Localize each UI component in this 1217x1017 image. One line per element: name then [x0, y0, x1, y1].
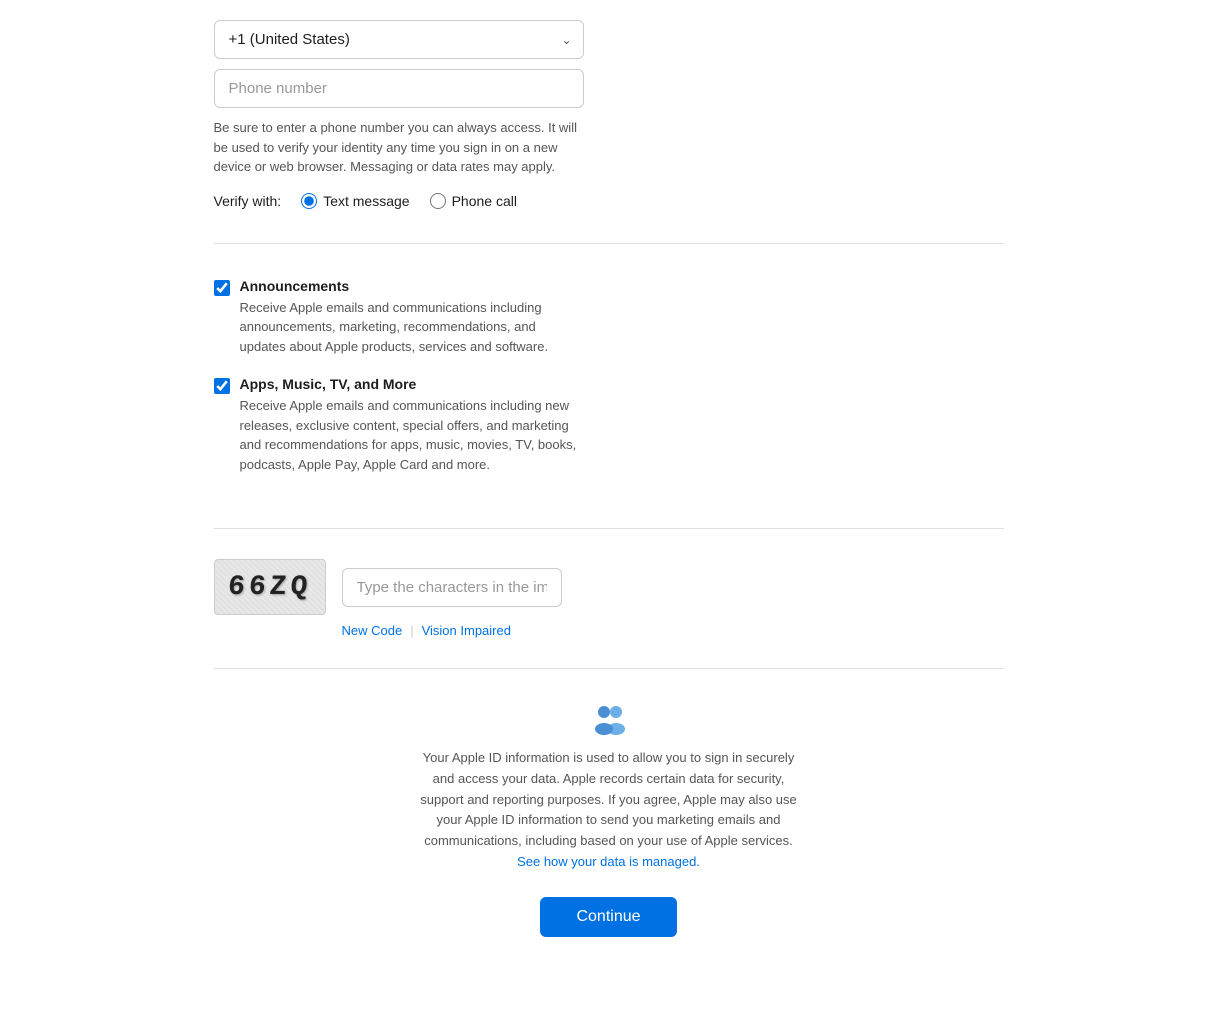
text-message-option[interactable]: Text message	[301, 193, 409, 209]
continue-button[interactable]: Continue	[540, 897, 676, 937]
announcements-content: Announcements Receive Apple emails and c…	[240, 278, 580, 357]
people-icon	[589, 703, 629, 735]
captcha-input[interactable]	[342, 568, 562, 607]
phone-call-radio[interactable]	[430, 193, 446, 209]
announcements-item: Announcements Receive Apple emails and c…	[214, 278, 1004, 357]
phone-hint: Be sure to enter a phone number you can …	[214, 118, 584, 177]
captcha-links: New Code | Vision Impaired	[342, 623, 511, 638]
new-code-link[interactable]: New Code	[342, 623, 403, 638]
radio-group: Text message Phone call	[301, 193, 517, 209]
captcha-image: 66ZQ	[214, 559, 326, 615]
continue-section: Continue	[214, 873, 1004, 937]
phone-section: +1 (United States) +44 (United Kingdom) …	[214, 20, 1004, 233]
verify-label: Verify with:	[214, 193, 282, 209]
main-content: +1 (United States) +44 (United Kingdom) …	[214, 0, 1004, 1017]
bottom-section: Your Apple ID information is used to all…	[214, 679, 1004, 873]
announcements-description: Receive Apple emails and communications …	[240, 298, 580, 357]
country-select[interactable]: +1 (United States) +44 (United Kingdom) …	[214, 20, 584, 59]
apps-music-item: Apps, Music, TV, and More Receive Apple …	[214, 376, 1004, 474]
phone-call-label: Phone call	[452, 193, 517, 209]
divider-3	[214, 668, 1004, 669]
apps-music-description: Receive Apple emails and communications …	[240, 396, 580, 474]
divider-1	[214, 243, 1004, 244]
divider-2	[214, 528, 1004, 529]
phone-input[interactable]	[214, 69, 584, 108]
captcha-text: 66ZQ	[227, 572, 313, 603]
apps-music-title: Apps, Music, TV, and More	[240, 376, 580, 392]
announcements-section: Announcements Receive Apple emails and c…	[214, 254, 1004, 519]
page-container: +1 (United States) +44 (United Kingdom) …	[0, 0, 1217, 1017]
announcements-title: Announcements	[240, 278, 580, 294]
verify-row: Verify with: Text message Phone call	[214, 193, 1004, 209]
captcha-section: 66ZQ New Code | Vision Impaired	[214, 539, 1004, 658]
text-message-label: Text message	[323, 193, 409, 209]
apps-music-checkbox[interactable]	[214, 378, 230, 394]
vision-impaired-link[interactable]: Vision Impaired	[422, 623, 511, 638]
privacy-link[interactable]: See how your data is managed.	[517, 854, 700, 869]
captcha-row: 66ZQ	[214, 559, 562, 615]
text-message-radio[interactable]	[301, 193, 317, 209]
phone-call-option[interactable]: Phone call	[430, 193, 517, 209]
privacy-icon-wrapper	[214, 703, 1004, 738]
privacy-text: Your Apple ID information is used to all…	[419, 748, 799, 873]
captcha-link-separator: |	[410, 623, 413, 638]
country-select-wrapper: +1 (United States) +44 (United Kingdom) …	[214, 20, 584, 59]
announcements-checkbox[interactable]	[214, 280, 230, 296]
apps-music-content: Apps, Music, TV, and More Receive Apple …	[240, 376, 580, 474]
